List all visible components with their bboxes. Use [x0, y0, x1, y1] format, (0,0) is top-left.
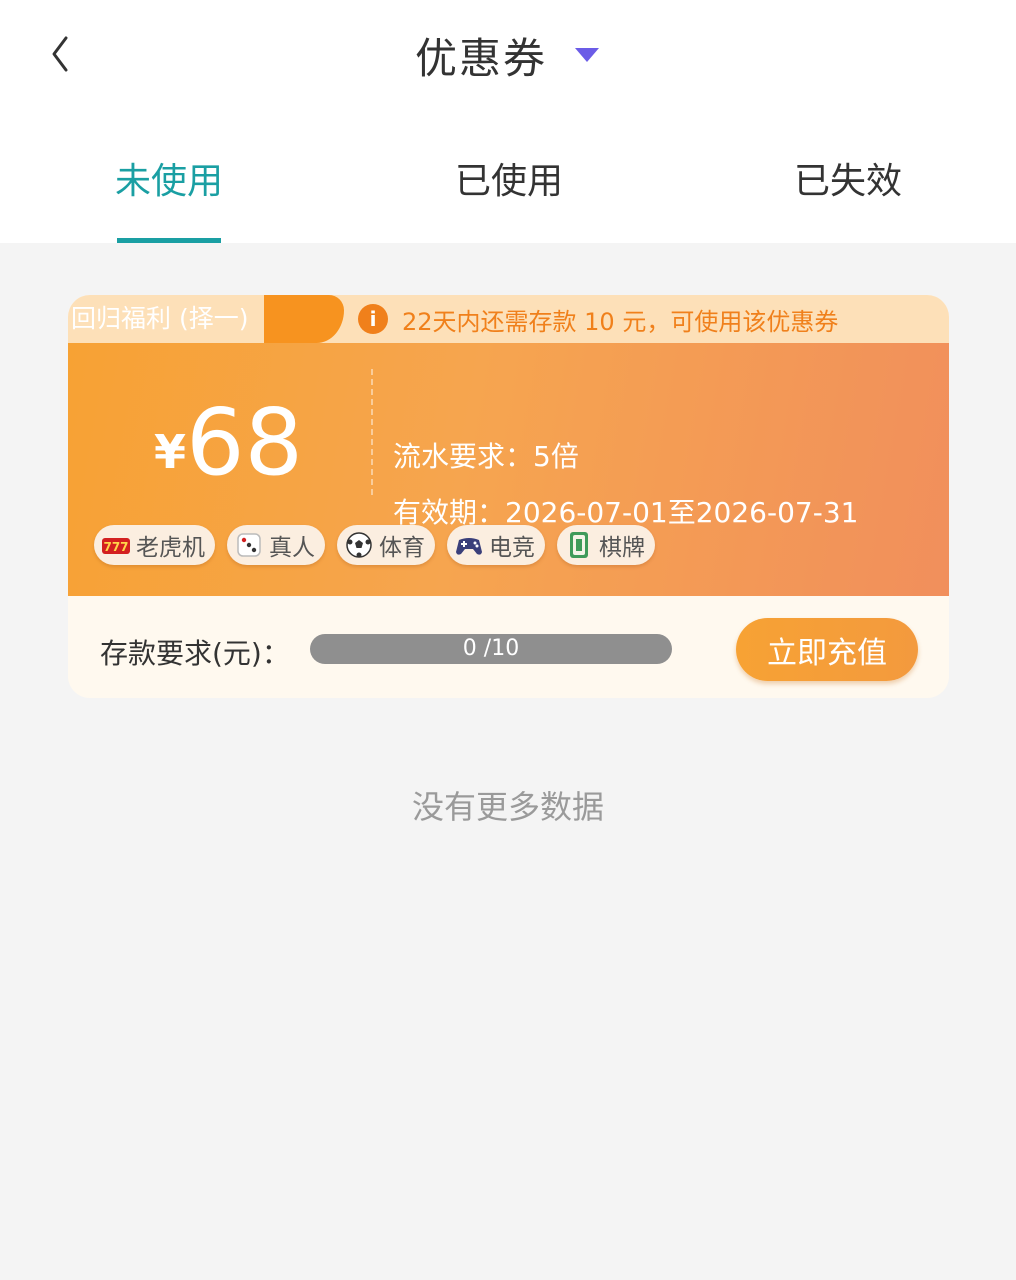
- currency-symbol: ¥: [154, 425, 187, 479]
- recharge-button[interactable]: 立即充值: [736, 618, 918, 681]
- coupon-amount: ¥ 68: [154, 393, 354, 493]
- tag-live[interactable]: 真人: [227, 525, 325, 565]
- deposit-requirement-label: 存款要求(元)：: [100, 637, 290, 670]
- deposit-progress-bar: 0 /10: [310, 634, 672, 664]
- progress-text: 0 /10: [462, 636, 520, 661]
- page-title: 优惠券: [414, 33, 547, 83]
- deposit-notice: i 22天内还需存款 10 元，可使用该优惠券: [358, 303, 839, 336]
- coupon-card: 回归福利 (择一) i 22天内还需存款 10 元，可使用该优惠券 ¥ 68 流…: [68, 295, 949, 698]
- tag-esports[interactable]: 电竞: [447, 525, 545, 565]
- wager-requirement: 流水要求：5倍: [393, 440, 579, 473]
- title-area: 优惠券: [0, 24, 1016, 86]
- category-tags: 777 老虎机 真人 体育 电竞 棋牌: [94, 525, 667, 565]
- active-tab-indicator: [117, 238, 221, 243]
- top-bar: 优惠券 未使用 已使用 已失效: [0, 0, 1016, 243]
- caret-down-icon[interactable]: [573, 46, 601, 64]
- tab-used[interactable]: 已使用: [409, 152, 609, 208]
- tag-sports[interactable]: 体育: [337, 525, 435, 565]
- coupon-footer: 存款要求(元)： 0 /10 立即充值: [68, 596, 949, 698]
- soccer-ball-icon: [346, 532, 372, 558]
- tag-slots[interactable]: 777 老虎机: [94, 525, 215, 565]
- coupon-body: ¥ 68 流水要求：5倍 有效期：2026-07-01至2026-07-31 7…: [68, 343, 949, 596]
- tab-unused[interactable]: 未使用: [69, 152, 269, 208]
- coupon-header: 回归福利 (择一) i 22天内还需存款 10 元，可使用该优惠券: [68, 295, 949, 343]
- dashed-divider: [371, 369, 373, 495]
- tab-expired[interactable]: 已失效: [748, 152, 948, 208]
- tag-chess-cards[interactable]: 棋牌: [557, 525, 655, 565]
- slot-machine-icon: 777: [102, 538, 130, 554]
- no-more-data: 没有更多数据: [411, 788, 604, 826]
- coupon-badge: 回归福利 (择一): [71, 304, 249, 333]
- gamepad-icon: [456, 538, 482, 555]
- svg-text:777: 777: [103, 540, 128, 554]
- dice-icon: [237, 533, 261, 557]
- mahjong-tile-icon: [570, 532, 588, 558]
- badge-background: [264, 295, 344, 343]
- notice-text: 22天内还需存款 10 元，可使用该优惠券: [402, 307, 839, 336]
- info-icon: i: [358, 304, 388, 334]
- amount-value: 68: [186, 389, 304, 496]
